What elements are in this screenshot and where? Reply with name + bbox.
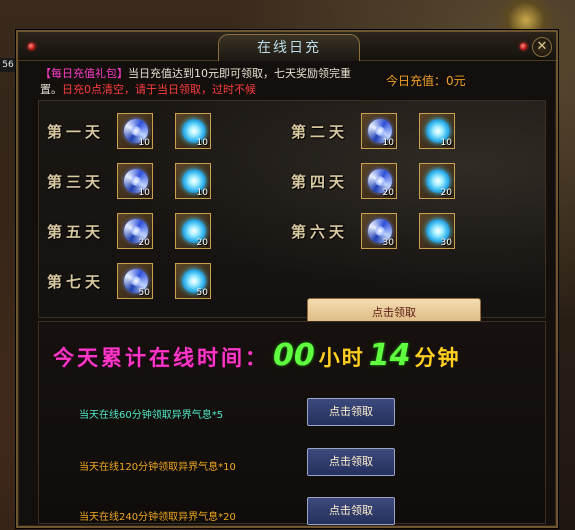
day-label: 第三天 xyxy=(47,172,105,191)
online-time-label: 今天累计在线时间： xyxy=(53,346,269,370)
day-label: 第六天 xyxy=(291,222,349,241)
reward-slot[interactable]: 20 xyxy=(419,163,455,199)
daily-rewards-panel: 第一天 10 10 第二天 10 10 第三天 10 10 第四天 20 20 … xyxy=(38,100,546,328)
item-qty: 20 xyxy=(440,188,452,198)
day-row-3: 第三天 10 10 xyxy=(47,163,233,199)
hours-unit: 小时 xyxy=(318,346,365,370)
today-recharge-amount: 今日充值：0元 xyxy=(386,74,466,88)
window-title: 在线日充 xyxy=(218,34,360,61)
item-qty: 10 xyxy=(196,138,208,148)
titlebar: 在线日充 ✕ xyxy=(18,32,556,61)
day-label: 第五天 xyxy=(47,222,105,241)
item-qty: 20 xyxy=(196,238,208,248)
reward-slot[interactable]: 30 xyxy=(361,213,397,249)
online-task-60: 当天在线60分钟领取异界气息*5 xyxy=(79,410,224,421)
online-task-240: 当天在线240分钟领取异界气息*20 xyxy=(79,512,236,523)
day-label: 第四天 xyxy=(291,172,349,191)
reward-slot[interactable]: 10 xyxy=(175,163,211,199)
reward-slot[interactable]: 10 xyxy=(361,113,397,149)
recharge-info: 【每日充值礼包】当日充值达到10元即可领取，七天奖励领完重置。日充0点清空，请于… xyxy=(40,66,370,98)
red-gem-icon xyxy=(28,43,35,50)
online-minutes: 14 xyxy=(368,338,411,373)
red-gem-icon xyxy=(520,43,527,50)
online-time-panel: 今天累计在线时间： 00 小时 14 分钟 当天在线60分钟领取异界气息*5 点… xyxy=(38,321,546,525)
claim-online-240-button[interactable]: 点击领取 xyxy=(307,497,395,525)
item-qty: 30 xyxy=(440,238,452,248)
day-label: 第二天 xyxy=(291,122,349,141)
close-button[interactable]: ✕ xyxy=(532,37,552,57)
recharge-tag: 【每日充值礼包】 xyxy=(40,67,128,80)
day-row-4: 第四天 20 20 xyxy=(291,163,477,199)
day-row-1: 第一天 10 10 xyxy=(47,113,233,149)
reward-slot[interactable]: 20 xyxy=(175,213,211,249)
day-row-5: 第五天 20 20 xyxy=(47,213,233,249)
reward-slot[interactable]: 50 xyxy=(117,263,153,299)
reward-slot[interactable]: 10 xyxy=(117,163,153,199)
online-time-heading: 今天累计在线时间： 00 小时 14 分钟 xyxy=(53,338,461,373)
reward-slot[interactable]: 50 xyxy=(175,263,211,299)
reward-slot[interactable]: 10 xyxy=(175,113,211,149)
day-row-7: 第七天 50 50 xyxy=(47,263,233,299)
scene-level-tag: 56 xyxy=(0,58,16,72)
online-hours: 00 xyxy=(273,338,315,373)
day-label: 第七天 xyxy=(47,272,105,291)
item-qty: 20 xyxy=(138,238,150,248)
online-recharge-window: 在线日充 ✕ 【每日充值礼包】当日充值达到10元即可领取，七天奖励领完重置。日充… xyxy=(16,30,558,528)
minutes-unit: 分钟 xyxy=(414,346,461,370)
reward-slot[interactable]: 10 xyxy=(419,113,455,149)
reward-slot[interactable]: 30 xyxy=(419,213,455,249)
day-label: 第一天 xyxy=(47,122,105,141)
recharge-warning: 日充0点清空，请于当日领取，过时不候 xyxy=(62,83,256,96)
claim-online-120-button[interactable]: 点击领取 xyxy=(307,448,395,476)
item-qty: 10 xyxy=(196,188,208,198)
day-row-2: 第二天 10 10 xyxy=(291,113,477,149)
scene-ornament xyxy=(491,0,561,34)
day-row-6: 第六天 30 30 xyxy=(291,213,477,249)
item-qty: 50 xyxy=(196,288,208,298)
item-qty: 10 xyxy=(440,138,452,148)
item-qty: 10 xyxy=(382,138,394,148)
reward-slot[interactable]: 20 xyxy=(361,163,397,199)
item-qty: 20 xyxy=(382,188,394,198)
claim-online-60-button[interactable]: 点击领取 xyxy=(307,398,395,426)
online-task-120: 当天在线120分钟领取异界气息*10 xyxy=(79,462,236,473)
reward-slot[interactable]: 10 xyxy=(117,113,153,149)
reward-slot[interactable]: 20 xyxy=(117,213,153,249)
item-qty: 50 xyxy=(138,288,150,298)
item-qty: 10 xyxy=(138,188,150,198)
item-qty: 30 xyxy=(382,238,394,248)
item-qty: 10 xyxy=(138,138,150,148)
